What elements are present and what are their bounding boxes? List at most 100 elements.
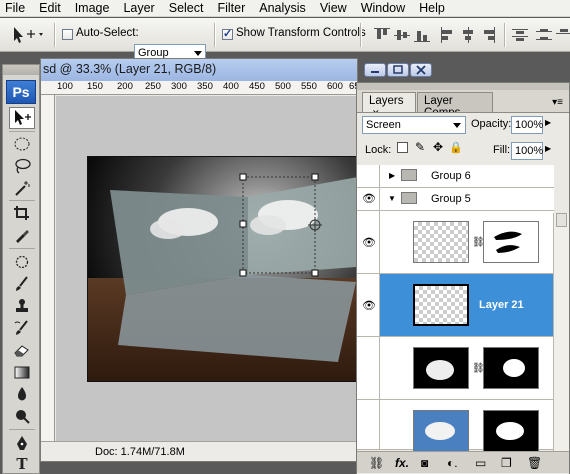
layer-mask-thumbnail[interactable]: [483, 410, 539, 452]
distribute-vcenter-icon[interactable]: [536, 27, 552, 43]
show-transform-checkbox[interactable]: [222, 27, 233, 40]
doc-size-status[interactable]: Doc: 1.74M/71.8M: [95, 446, 185, 458]
visibility-toggle[interactable]: [357, 337, 380, 399]
eraser-tool[interactable]: [9, 339, 35, 361]
menu-layer[interactable]: Layer: [116, 0, 161, 16]
move-tool[interactable]: [9, 107, 35, 129]
tools-panel-header[interactable]: [3, 65, 39, 75]
lock-all-icon[interactable]: 🔒: [449, 141, 463, 154]
layer-row-group-6[interactable]: ▶ Group 6: [357, 165, 554, 188]
layer-mask-thumbnail[interactable]: [483, 347, 539, 389]
document-window: sd @ 33.3% (Layer 21, RGB/8) 100 150 200…: [40, 58, 432, 462]
menu-file[interactable]: File: [0, 0, 32, 16]
adjustment-layer-icon[interactable]: ◐.: [447, 456, 458, 470]
gradient-icon: [14, 366, 30, 379]
align-bottom-icon[interactable]: [414, 27, 430, 43]
fx-icon[interactable]: fx.: [395, 456, 409, 470]
tool-preset-picker[interactable]: [10, 25, 46, 45]
visibility-toggle[interactable]: [357, 400, 380, 449]
menu-help[interactable]: Help: [412, 0, 452, 16]
layer-row-clouds-2[interactable]: [357, 400, 554, 452]
tab-layer-comps[interactable]: Layer Comps: [417, 92, 493, 119]
menu-window[interactable]: Window: [354, 0, 412, 16]
visibility-toggle[interactable]: 👁: [357, 274, 380, 336]
gradient-tool[interactable]: [9, 361, 35, 383]
ruler-tick: 500: [275, 81, 291, 92]
align-right-icon[interactable]: [480, 27, 496, 43]
menu-filter[interactable]: Filter: [210, 0, 252, 16]
visibility-toggle[interactable]: 👁: [357, 211, 380, 273]
distribute-bottom-icon[interactable]: [556, 27, 570, 43]
expand-arrow-icon[interactable]: ▶: [389, 171, 395, 180]
menu-analysis[interactable]: Analysis: [252, 0, 313, 16]
layer-row-layer-21[interactable]: 👁 Layer 21: [357, 274, 554, 337]
crop-icon: [14, 206, 29, 220]
eraser-icon: [14, 345, 29, 357]
history-brush-tool[interactable]: [9, 317, 35, 339]
chevron-down-icon: [453, 123, 461, 128]
eye-icon: 👁: [362, 193, 376, 205]
trash-icon[interactable]: 🗑: [527, 456, 542, 470]
eye-icon: 👁: [362, 300, 376, 312]
new-layer-icon[interactable]: ❐: [501, 456, 512, 470]
document-title-bar[interactable]: sd @ 33.3% (Layer 21, RGB/8): [41, 59, 357, 81]
align-vcenter-icon[interactable]: [394, 27, 410, 43]
tab-layers-label: Layers: [369, 95, 404, 107]
type-tool-icon: T: [16, 455, 28, 473]
lasso-tool[interactable]: [9, 155, 35, 177]
lock-brush-icon[interactable]: ✎: [415, 140, 425, 154]
lock-transparency-icon[interactable]: [397, 142, 408, 153]
align-hcenter-icon[interactable]: [460, 27, 476, 43]
clone-stamp-tool[interactable]: [9, 295, 35, 317]
fill-input[interactable]: 100%: [511, 142, 543, 160]
folder-icon: [401, 192, 417, 204]
ps-logo: Ps: [6, 80, 36, 104]
auto-select-checkbox[interactable]: [62, 29, 73, 40]
pen-tool[interactable]: [9, 432, 35, 454]
scroll-up-button[interactable]: [556, 213, 567, 227]
lock-move-icon[interactable]: ✥: [433, 140, 443, 154]
link-layers-icon[interactable]: ⛓: [369, 456, 384, 470]
opacity-input[interactable]: 100%: [511, 116, 543, 134]
tab-layers[interactable]: Layers ✕: [362, 92, 416, 118]
visibility-toggle[interactable]: 👁: [357, 188, 380, 210]
menu-view[interactable]: View: [313, 0, 354, 16]
canvas-area[interactable]: [56, 96, 358, 441]
vertical-ruler: [41, 95, 55, 441]
maximize-button[interactable]: [387, 63, 409, 77]
visibility-toggle[interactable]: [357, 165, 380, 187]
layer-row-clouds-1[interactable]: ⛓: [357, 337, 554, 400]
menu-edit[interactable]: Edit: [32, 0, 68, 16]
healing-brush-tool[interactable]: [9, 251, 35, 273]
menu-select[interactable]: Select: [162, 0, 211, 16]
add-mask-icon[interactable]: ◙: [421, 456, 428, 470]
blur-tool[interactable]: [9, 383, 35, 405]
close-button[interactable]: [410, 63, 432, 77]
blend-mode-dropdown[interactable]: Screen: [362, 116, 466, 134]
layers-panel-header[interactable]: [357, 83, 569, 90]
crop-tool[interactable]: [9, 202, 35, 224]
slice-eyedropper-tool[interactable]: [9, 224, 35, 246]
divider: [54, 23, 56, 47]
opacity-value: 100%: [515, 119, 544, 131]
ruler-tick: 150: [87, 81, 103, 92]
chevron-right-icon[interactable]: ▶: [545, 118, 551, 127]
magic-wand-tool[interactable]: [9, 177, 35, 199]
chevron-right-icon[interactable]: ▶: [545, 144, 551, 153]
brush-tool[interactable]: [9, 273, 35, 295]
panel-menu-icon[interactable]: ▾≡: [552, 97, 563, 108]
new-group-icon[interactable]: ▭: [475, 456, 486, 470]
layer-row-masked-clouds[interactable]: 👁 ⛓: [357, 211, 554, 274]
type-tool[interactable]: T: [9, 453, 35, 474]
align-left-icon[interactable]: [440, 27, 456, 43]
layer-row-group-5[interactable]: 👁 ▼ Group 5: [357, 188, 554, 211]
layers-scrollbar[interactable]: [553, 213, 569, 468]
distribute-top-icon[interactable]: [512, 27, 528, 43]
dodge-tool[interactable]: [9, 405, 35, 427]
collapse-arrow-icon[interactable]: ▼: [388, 194, 396, 203]
minimize-button[interactable]: [364, 63, 386, 77]
align-top-icon[interactable]: [374, 27, 390, 43]
elliptical-marquee-tool[interactable]: [9, 133, 35, 155]
layer-mask-thumbnail[interactable]: [483, 221, 539, 263]
menu-image[interactable]: Image: [68, 0, 117, 16]
